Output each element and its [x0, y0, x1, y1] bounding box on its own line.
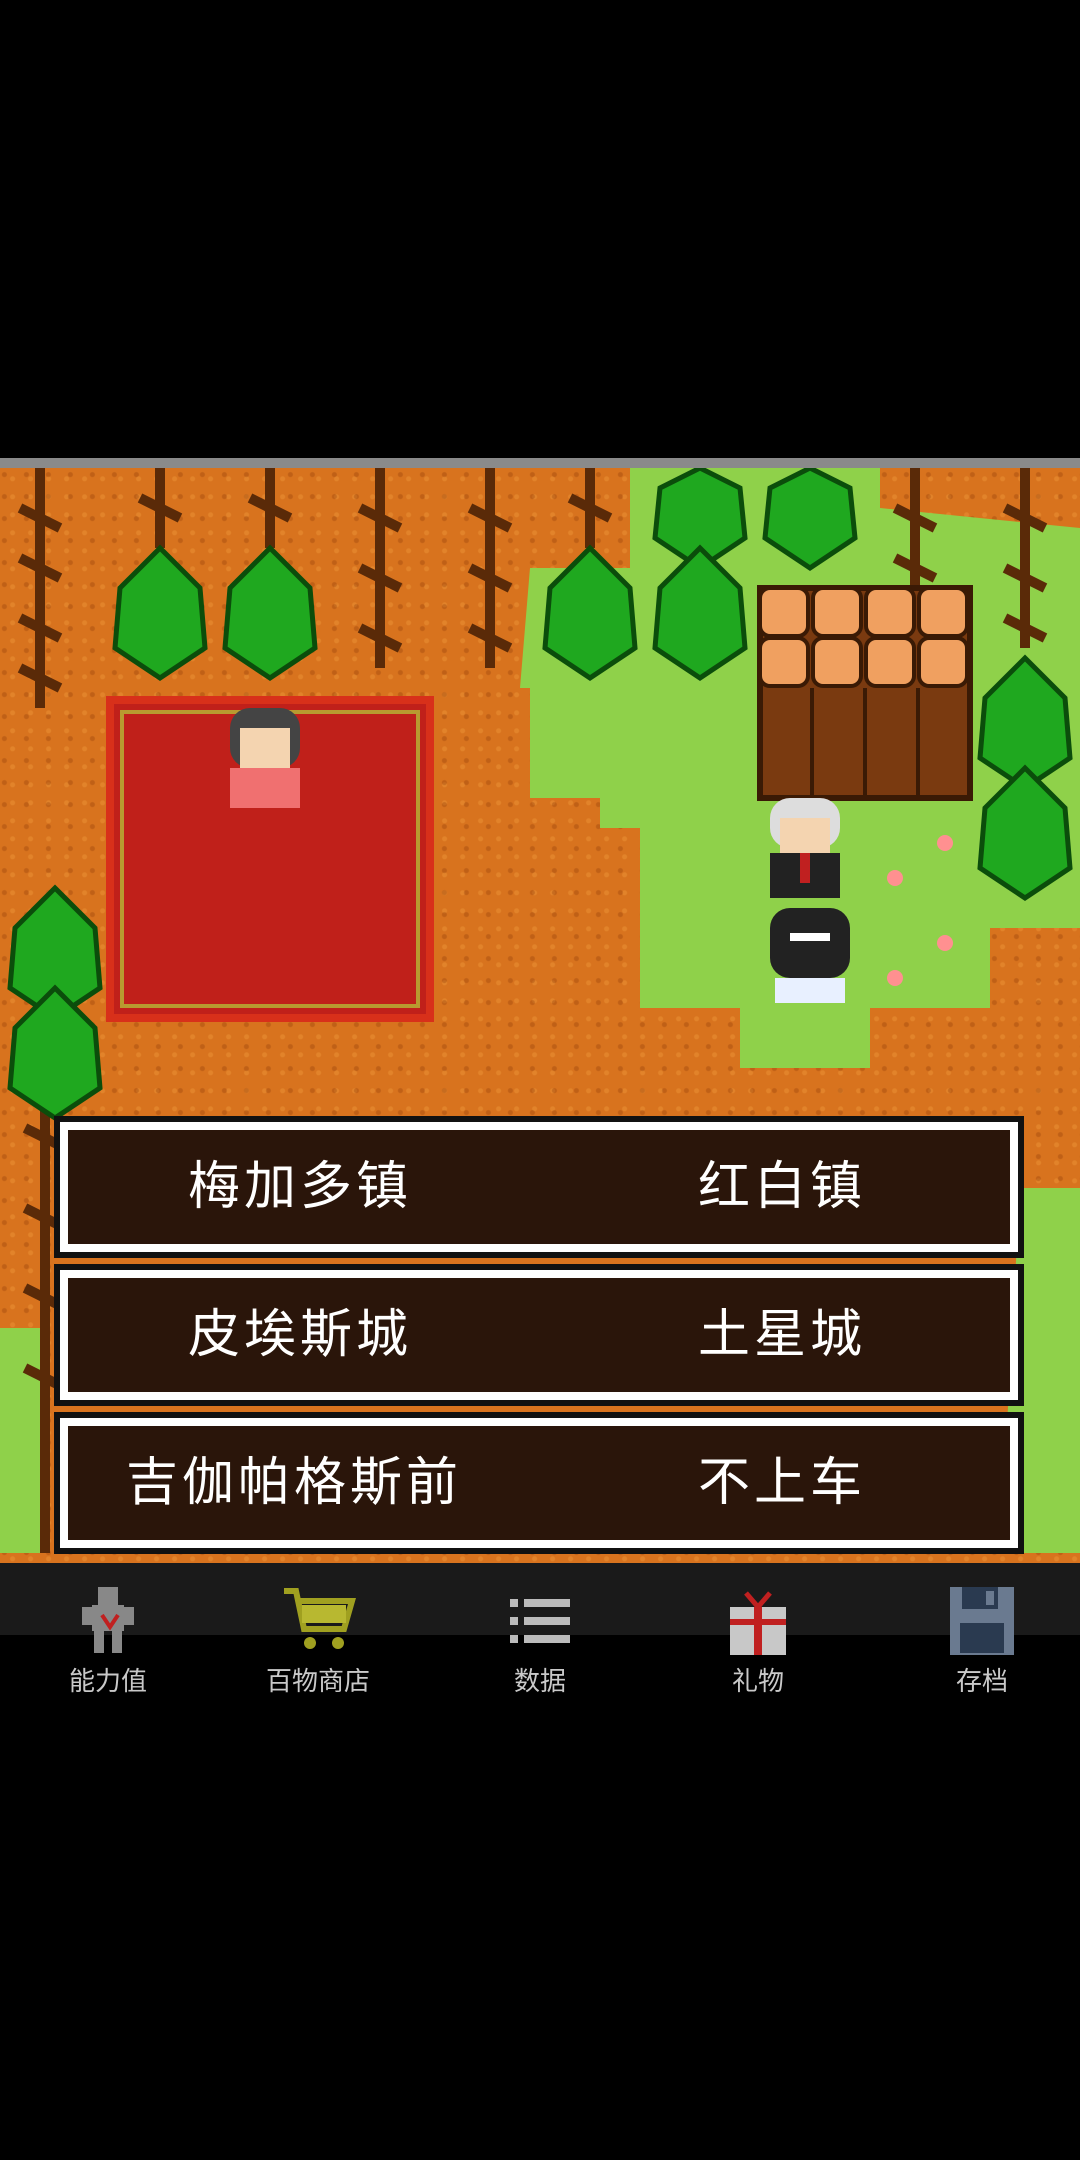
- floppy-disk-icon: [950, 1587, 1014, 1655]
- character-stats-icon: [82, 1587, 134, 1653]
- choice-row: 梅加多镇 红白镇: [54, 1116, 1024, 1258]
- shopping-cart-icon: [284, 1588, 356, 1649]
- nav-label: 数据: [513, 1667, 566, 1697]
- nav-label: 能力值: [68, 1667, 147, 1697]
- choice-option[interactable]: 梅加多镇: [188, 1130, 412, 1244]
- list-icon: [510, 1599, 570, 1643]
- gift-icon: [730, 1591, 786, 1655]
- npc-old-man-sprite[interactable]: [770, 798, 840, 898]
- nav-label: 存档: [955, 1667, 1008, 1697]
- bottom-nav: 能力值 百物商店 数据 礼物 存档: [0, 1563, 1080, 1705]
- nav-save[interactable]: 存档: [874, 1563, 1080, 1705]
- app-root: 梅加多镇 红白镇 皮埃斯城 土星城 吉伽帕格斯前 不上车 能力值 百物商店 数据…: [0, 0, 1080, 2160]
- log-pile: [757, 585, 973, 801]
- choice-row: 皮埃斯城 土星城: [54, 1264, 1024, 1406]
- player-sprite[interactable]: [770, 908, 850, 1003]
- nav-stats[interactable]: 能力值: [0, 1563, 216, 1705]
- choice-option[interactable]: 土星城: [698, 1278, 866, 1392]
- nav-data[interactable]: 数据: [432, 1563, 648, 1705]
- choice-option[interactable]: 不上车: [698, 1426, 866, 1540]
- nav-label: 百物商店: [265, 1667, 370, 1697]
- grass-patch-left: [0, 1328, 40, 1553]
- nav-label: 礼物: [731, 1667, 784, 1697]
- choice-row: 吉伽帕格斯前 不上车: [54, 1412, 1024, 1554]
- choice-option[interactable]: 皮埃斯城: [188, 1278, 412, 1392]
- choice-option[interactable]: 吉伽帕格斯前: [126, 1426, 462, 1540]
- npc-girl-sprite[interactable]: [230, 708, 300, 808]
- game-map-view[interactable]: 梅加多镇 红白镇 皮埃斯城 土星城 吉伽帕格斯前 不上车: [0, 458, 1080, 1563]
- choice-option[interactable]: 红白镇: [698, 1130, 866, 1244]
- nav-gift[interactable]: 礼物: [650, 1563, 866, 1705]
- nav-shop[interactable]: 百物商店: [210, 1563, 426, 1705]
